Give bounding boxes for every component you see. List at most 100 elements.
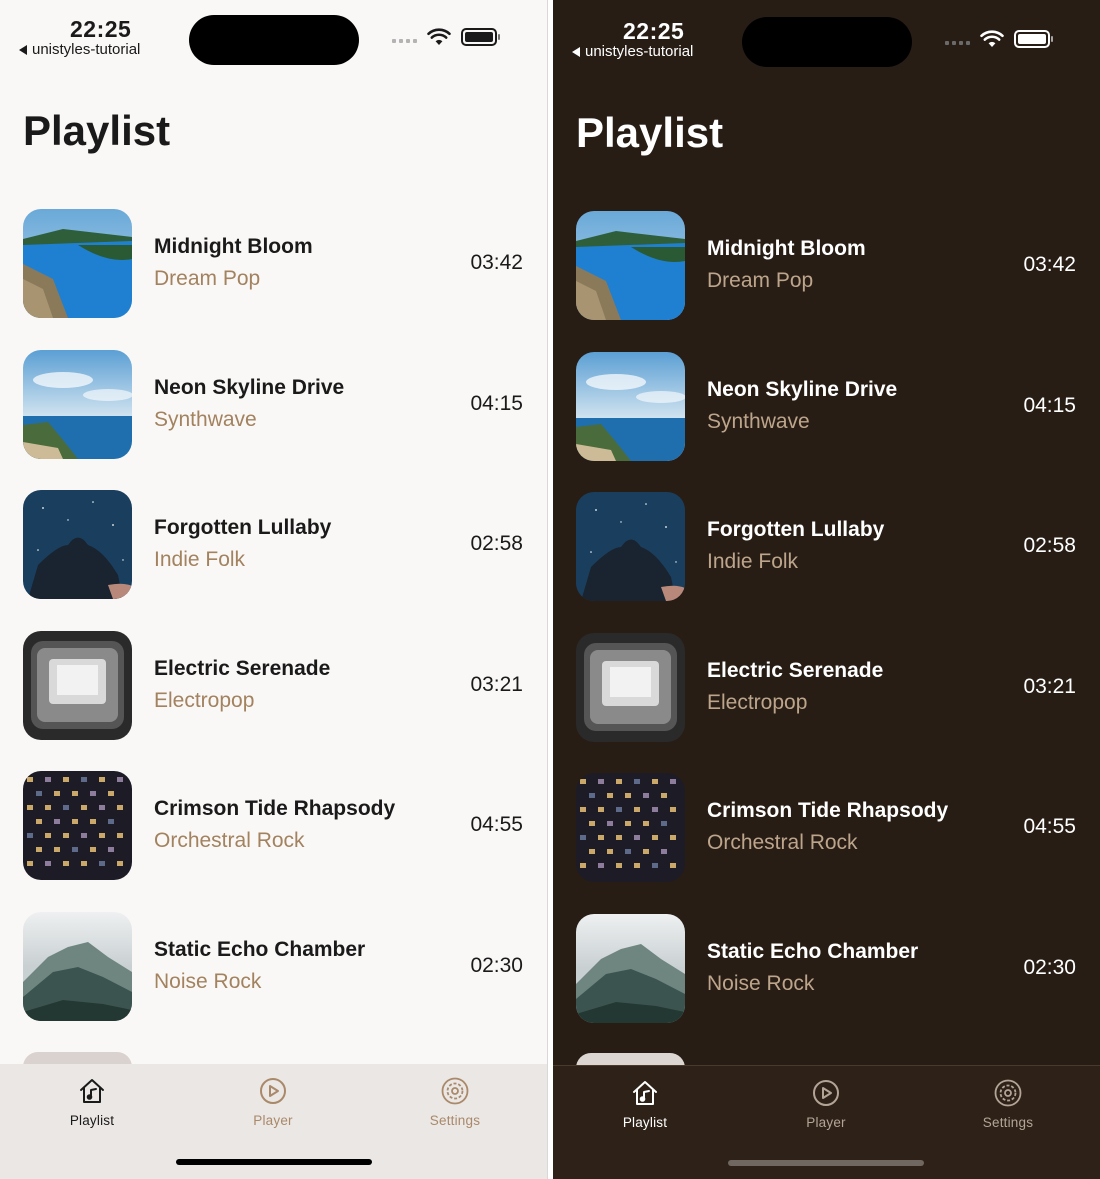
- song-title: Forgotten Lullaby: [707, 518, 885, 541]
- tab-bar: Playlist Player Settings: [553, 1065, 1100, 1179]
- song-genre: Indie Folk: [707, 550, 799, 573]
- song-info: Forgotten Lullaby Indie Folk: [154, 516, 331, 572]
- tab-settings[interactable]: Settings: [948, 1078, 1068, 1130]
- album-art-night-sky-silhouette: [576, 492, 685, 601]
- song-duration: 04:55: [1023, 815, 1076, 838]
- song-row[interactable]: Forgotten Lullaby Indie Folk 02:58: [23, 490, 547, 631]
- album-art-monochrome-screen: [23, 630, 132, 740]
- song-row[interactable]: Neon Skyline Drive Synthwave 04:15: [23, 349, 547, 491]
- song-row[interactable]: Forgotten Lullaby Indie Folk 02:58: [576, 492, 1100, 633]
- song-title: Neon Skyline Drive: [154, 375, 345, 399]
- tab-label: Player: [253, 1113, 293, 1128]
- album-art-fjord-landscape: [576, 211, 685, 320]
- song-duration: 02:58: [470, 532, 523, 555]
- tab-player[interactable]: Player: [766, 1078, 886, 1130]
- song-genre: Synthwave: [707, 409, 810, 433]
- album-art-city-building-windows: [23, 771, 132, 880]
- song-duration: 02:30: [1023, 955, 1076, 979]
- song-duration: 03:21: [1023, 674, 1076, 698]
- song-duration: 03:42: [470, 251, 523, 274]
- album-art-monochrome-screen: [576, 632, 685, 742]
- song-title: Midnight Bloom: [154, 235, 313, 258]
- home-indicator[interactable]: [176, 1159, 372, 1165]
- home-indicator[interactable]: [728, 1160, 924, 1166]
- song-genre: Dream Pop: [707, 269, 814, 292]
- dynamic-island: [189, 15, 359, 65]
- gear-circle-icon: [994, 1079, 1022, 1107]
- song-genre: Orchestral Rock: [707, 831, 858, 854]
- status-icons: [392, 28, 500, 46]
- song-genre: Indie Folk: [154, 548, 246, 571]
- song-genre: Electropop: [154, 688, 255, 712]
- play-circle-icon: [813, 1080, 839, 1106]
- song-row[interactable]: Crimson Tide Rhapsody Orchestral Rock 04…: [23, 771, 547, 912]
- tab-player[interactable]: Player: [213, 1076, 333, 1128]
- album-art-coastal-cliff-sky: [23, 349, 132, 459]
- status-time: 22:25: [623, 18, 685, 44]
- dynamic-island: [742, 17, 912, 67]
- tab-label: Player: [806, 1115, 846, 1130]
- song-info: Midnight Bloom Dream Pop: [154, 235, 313, 291]
- back-app-label: unistyles-tutorial: [32, 41, 141, 58]
- cellular-signal-icon: [392, 31, 417, 43]
- play-circle-icon: [260, 1078, 286, 1104]
- song-row[interactable]: Electric Serenade Electropop 03:21: [23, 630, 547, 772]
- phone-light-theme: 22:25 unistyles-tutorial Playlist Midnig…: [0, 0, 548, 1179]
- song-title: Electric Serenade: [154, 656, 331, 680]
- song-row[interactable]: Crimson Tide Rhapsody Orchestral Rock 04…: [576, 773, 1100, 914]
- song-genre: Synthwave: [154, 407, 257, 431]
- tab-bar: Playlist Player Settings: [0, 1064, 547, 1179]
- cellular-signal-icon: [945, 33, 970, 45]
- song-info: Static Echo Chamber Noise Rock: [154, 938, 365, 994]
- playlist-list[interactable]: Midnight Bloom Dream Pop 03:42 Neon Skyl…: [23, 209, 547, 1052]
- song-duration: 04:15: [470, 391, 523, 415]
- back-app-label: unistyles-tutorial: [585, 43, 694, 60]
- song-info: Static Echo Chamber Noise Rock: [707, 940, 918, 996]
- song-title: Crimson Tide Rhapsody: [154, 797, 396, 820]
- tab-label: Settings: [982, 1115, 1034, 1130]
- song-row[interactable]: Midnight Bloom Dream Pop 03:42: [576, 211, 1100, 352]
- song-info: Neon Skyline Drive Synthwave: [154, 376, 344, 432]
- song-info: Crimson Tide Rhapsody Orchestral Rock: [154, 797, 395, 853]
- song-duration: 04:55: [470, 813, 523, 836]
- back-arrow-icon: [19, 44, 27, 55]
- song-row[interactable]: Neon Skyline Drive Synthwave 04:15: [576, 351, 1100, 493]
- tab-playlist[interactable]: Playlist: [585, 1078, 705, 1130]
- song-title: Midnight Bloom: [707, 237, 866, 260]
- song-row[interactable]: Static Echo Chamber Noise Rock 02:30: [576, 913, 1100, 1055]
- tab-playlist[interactable]: Playlist: [32, 1076, 152, 1128]
- album-art-misty-mountain: [576, 913, 685, 1023]
- song-genre: Noise Rock: [154, 969, 262, 993]
- song-info: Crimson Tide Rhapsody Orchestral Rock: [707, 799, 948, 855]
- phone-dark-theme: 22:25 unistyles-tutorial Playlist Midnig…: [553, 0, 1100, 1179]
- song-row[interactable]: Electric Serenade Electropop 03:21: [576, 632, 1100, 774]
- album-art-misty-mountain: [23, 911, 132, 1021]
- song-duration: 03:42: [1023, 253, 1076, 276]
- song-genre: Orchestral Rock: [154, 829, 305, 852]
- song-info: Neon Skyline Drive Synthwave: [707, 378, 897, 434]
- song-title: Neon Skyline Drive: [707, 377, 898, 401]
- song-row[interactable]: Static Echo Chamber Noise Rock 02:30: [23, 911, 547, 1053]
- song-duration: 03:21: [470, 672, 523, 696]
- tab-label: Playlist: [69, 1113, 115, 1128]
- tab-settings[interactable]: Settings: [395, 1076, 515, 1128]
- wifi-icon: [980, 30, 1004, 47]
- back-to-app-link[interactable]: unistyles-tutorial: [19, 41, 140, 58]
- song-genre: Dream Pop: [154, 267, 261, 290]
- song-row[interactable]: Midnight Bloom Dream Pop 03:42: [23, 209, 547, 350]
- song-info: Electric Serenade Electropop: [707, 659, 883, 715]
- song-duration: 02:30: [470, 953, 523, 977]
- back-to-app-link[interactable]: unistyles-tutorial: [572, 43, 693, 60]
- gear-circle-icon: [441, 1077, 469, 1105]
- album-art-fjord-landscape: [23, 209, 132, 318]
- wifi-icon: [427, 28, 451, 45]
- song-duration: 02:58: [1023, 534, 1076, 557]
- song-title: Static Echo Chamber: [707, 939, 919, 963]
- home-music-icon: [633, 1081, 657, 1105]
- status-time: 22:25: [70, 16, 132, 42]
- song-duration: 04:15: [1023, 393, 1076, 417]
- playlist-list[interactable]: Midnight Bloom Dream Pop 03:42 Neon Skyl…: [576, 211, 1100, 1054]
- back-arrow-icon: [572, 46, 580, 57]
- album-art-coastal-cliff-sky: [576, 351, 685, 461]
- song-title: Crimson Tide Rhapsody: [707, 799, 949, 822]
